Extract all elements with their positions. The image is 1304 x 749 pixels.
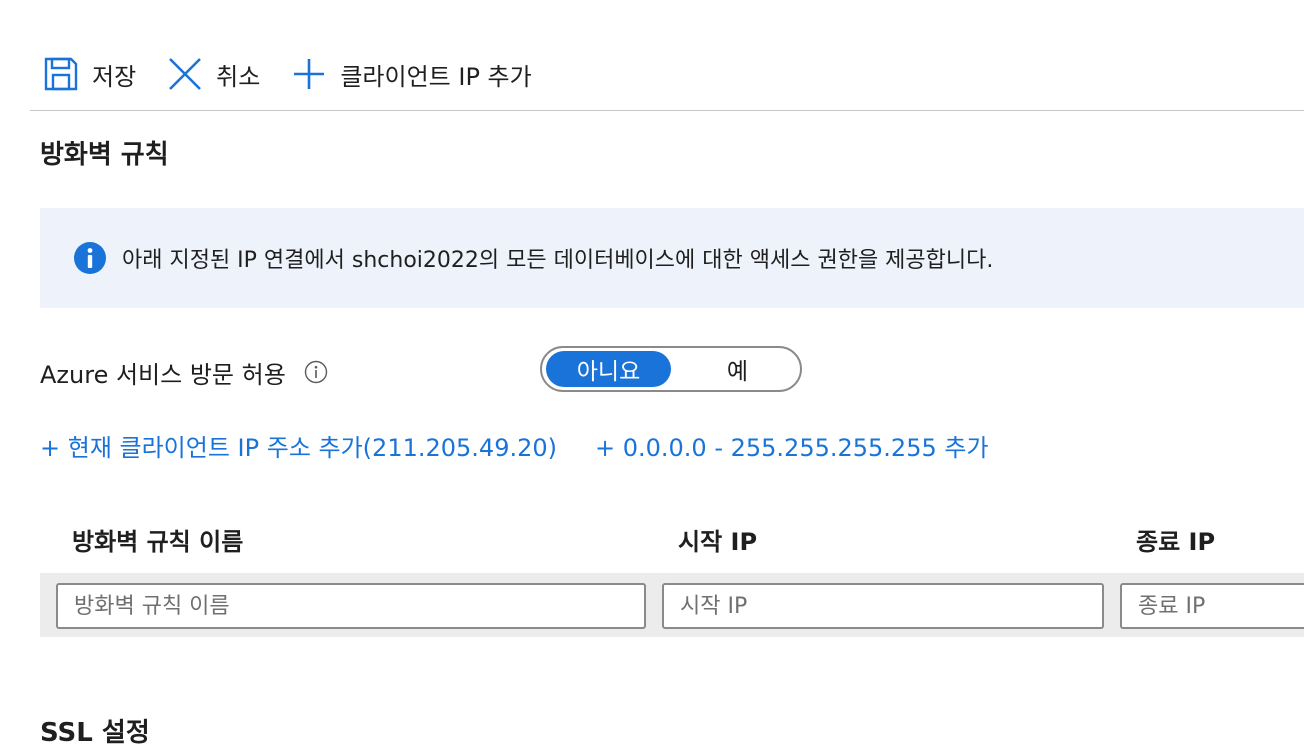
save-icon	[44, 57, 78, 91]
ssl-settings-title: SSL 설정	[40, 718, 150, 748]
add-current-ip-link[interactable]: + 현재 클라이언트 IP 주소 추가(211.205.49.20)	[40, 428, 557, 463]
close-icon	[168, 57, 202, 91]
save-label: 저장	[92, 62, 137, 91]
azure-services-row: Azure 서비스 방문 허용	[40, 350, 328, 394]
plus-icon	[292, 57, 326, 91]
quick-add-links: + 현재 클라이언트 IP 주소 추가(211.205.49.20) + 0.0…	[40, 428, 1027, 463]
end-ip-input[interactable]	[1120, 583, 1304, 629]
azure-services-toggle[interactable]: 아니요 예	[540, 346, 802, 392]
start-ip-input[interactable]	[662, 583, 1104, 629]
add-all-range-link[interactable]: + 0.0.0.0 - 255.255.255.255 추가	[595, 428, 989, 463]
column-header-end-ip: 종료 IP	[1136, 528, 1216, 556]
column-header-start-ip: 시작 IP	[678, 528, 758, 556]
rule-name-input[interactable]	[56, 583, 646, 629]
info-hint-icon[interactable]	[304, 360, 328, 384]
info-text: 아래 지정된 IP 연결에서 shchoi2022의 모든 데이터베이스에 대한…	[122, 248, 994, 273]
toggle-option-yes[interactable]: 예	[675, 351, 800, 387]
firewall-rules-title: 방화벽 규칙	[40, 140, 169, 170]
azure-services-label: Azure 서비스 방문 허용	[40, 360, 286, 389]
add-client-ip-button[interactable]: 클라이언트 IP 추가	[292, 57, 532, 92]
add-client-ip-label: 클라이언트 IP 추가	[340, 62, 532, 91]
save-button[interactable]: 저장	[44, 57, 136, 92]
toggle-option-no[interactable]: 아니요	[546, 351, 671, 387]
info-banner: 아래 지정된 IP 연결에서 shchoi2022의 모든 데이터베이스에 대한…	[40, 208, 1304, 308]
toolbar-divider	[30, 110, 1304, 111]
info-icon	[74, 242, 106, 274]
column-header-rule-name: 방화벽 규칙 이름	[72, 528, 244, 556]
cancel-label: 취소	[216, 62, 261, 91]
command-bar: 저장 취소 클라이언트 IP 추가	[44, 56, 564, 92]
cancel-button[interactable]: 취소	[168, 57, 260, 92]
table-row	[40, 573, 1304, 637]
